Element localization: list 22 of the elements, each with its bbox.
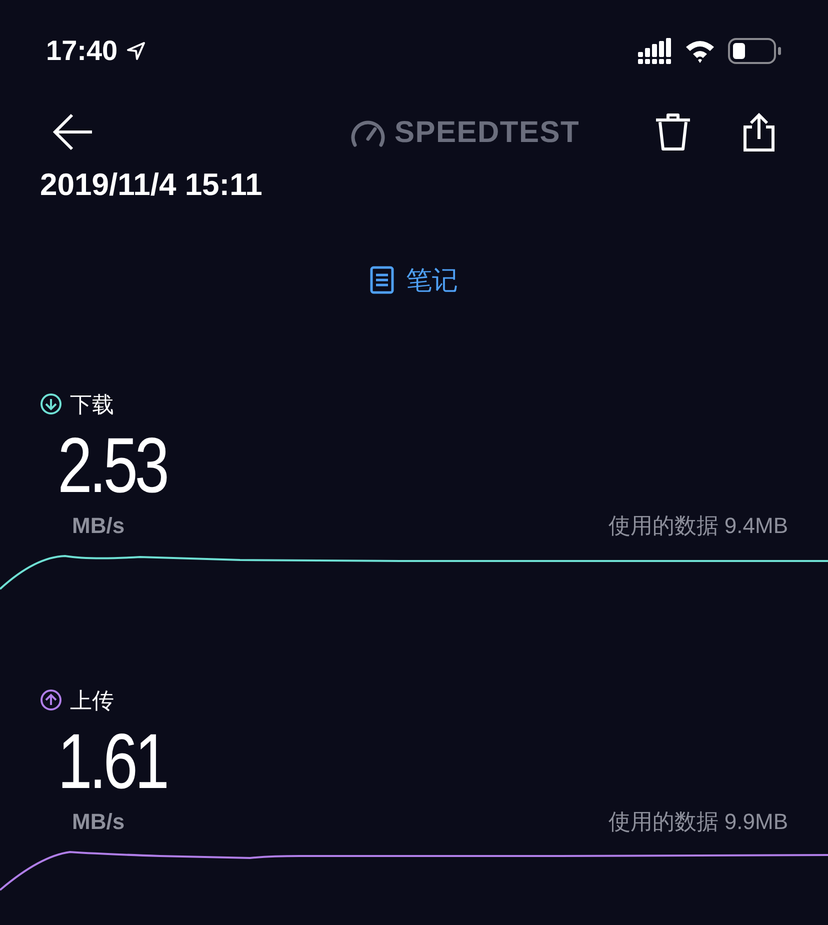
wifi-icon <box>684 39 716 63</box>
metric-label: 下载 <box>70 390 114 418</box>
metric-label: 上传 <box>70 686 114 714</box>
note-icon <box>370 266 394 294</box>
speed-unit: MB/s <box>72 512 125 540</box>
delete-button[interactable] <box>654 112 692 152</box>
location-arrow-icon <box>126 41 146 61</box>
speed-value: 1.61 <box>56 720 168 800</box>
data-used-label: 使用的数据 9.9MB <box>608 808 788 836</box>
speed-unit: MB/s <box>72 808 125 836</box>
signal-icon <box>638 38 672 64</box>
app-logo-text: SPEEDTEST <box>394 114 580 150</box>
data-used-label: 使用的数据 9.4MB <box>608 512 788 540</box>
status-time: 17:40 <box>46 34 118 68</box>
back-arrow-icon <box>52 112 94 152</box>
share-icon <box>742 112 776 152</box>
share-button[interactable] <box>742 112 776 152</box>
speed-value: 2.53 <box>56 424 168 504</box>
battery-icon <box>728 38 782 64</box>
trash-icon <box>654 112 692 152</box>
notes-link[interactable]: 笔记 <box>370 260 458 300</box>
test-date: 2019/11/4 15:11 <box>39 166 264 204</box>
